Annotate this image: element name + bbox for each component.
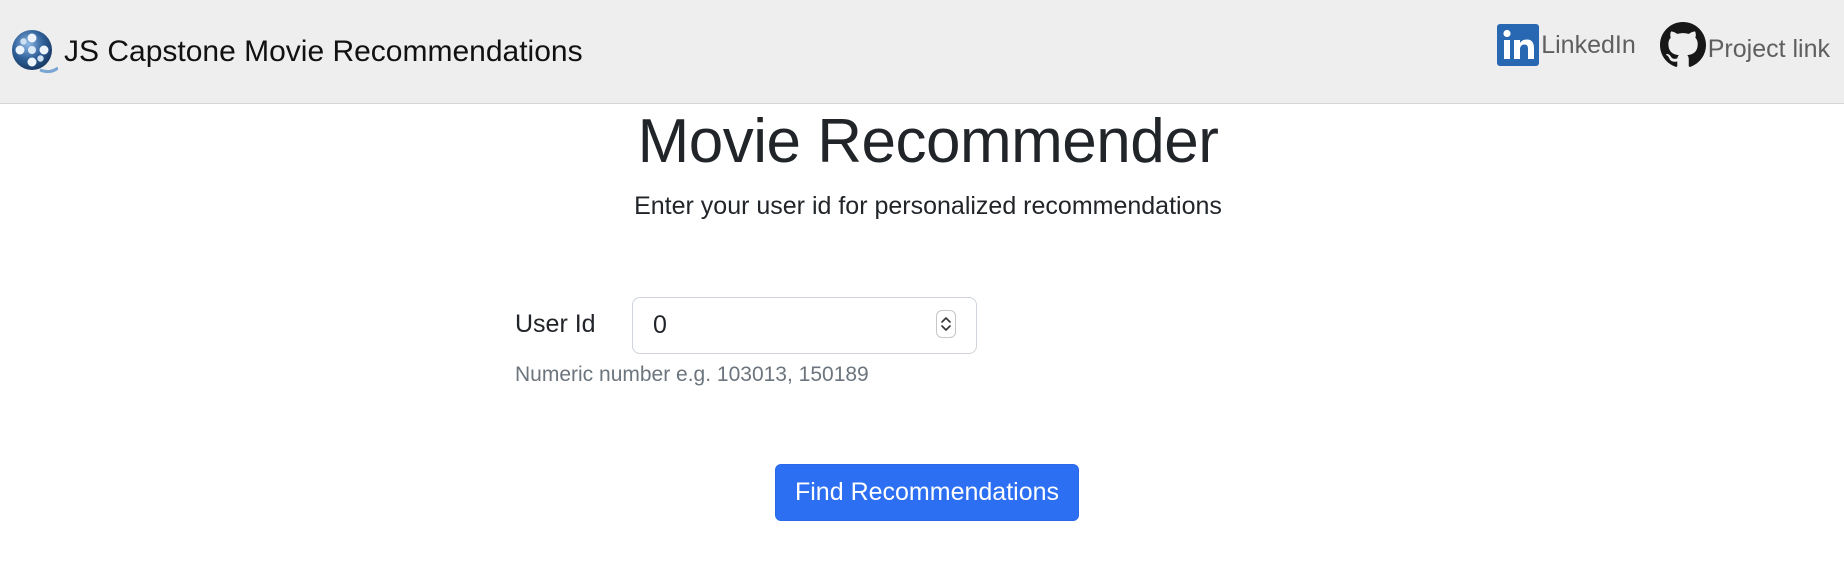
project-link-label: Project link <box>1707 34 1830 63</box>
linkedin-icon <box>1497 24 1540 66</box>
top-navbar: JS Capstone Movie Recommendations Linked… <box>0 0 1844 104</box>
project-link[interactable]: Project link <box>1659 22 1830 68</box>
github-icon <box>1659 22 1706 67</box>
linkedin-link[interactable]: LinkedIn <box>1497 24 1636 66</box>
page-title: Movie Recommender <box>637 107 1219 176</box>
chevron-down-icon[interactable] <box>940 324 952 333</box>
brand-link[interactable]: JS Capstone Movie Recommendations <box>10 28 583 76</box>
user-id-help-text: Numeric number e.g. 103013, 150189 <box>515 363 869 386</box>
user-id-value: 0 <box>653 311 667 339</box>
brand-title: JS Capstone Movie Recommendations <box>64 35 583 68</box>
number-stepper[interactable] <box>936 310 956 338</box>
user-id-input[interactable]: 0 <box>632 297 977 354</box>
chevron-up-icon[interactable] <box>940 315 952 324</box>
film-reel-icon <box>12 30 58 74</box>
nav-links: LinkedIn Project link <box>1497 22 1830 68</box>
linkedin-label: LinkedIn <box>1541 30 1636 59</box>
user-id-label: User Id <box>515 310 596 338</box>
page-subtitle: Enter your user id for personalized reco… <box>634 192 1222 220</box>
find-recommendations-button[interactable]: Find Recommendations <box>775 464 1079 521</box>
